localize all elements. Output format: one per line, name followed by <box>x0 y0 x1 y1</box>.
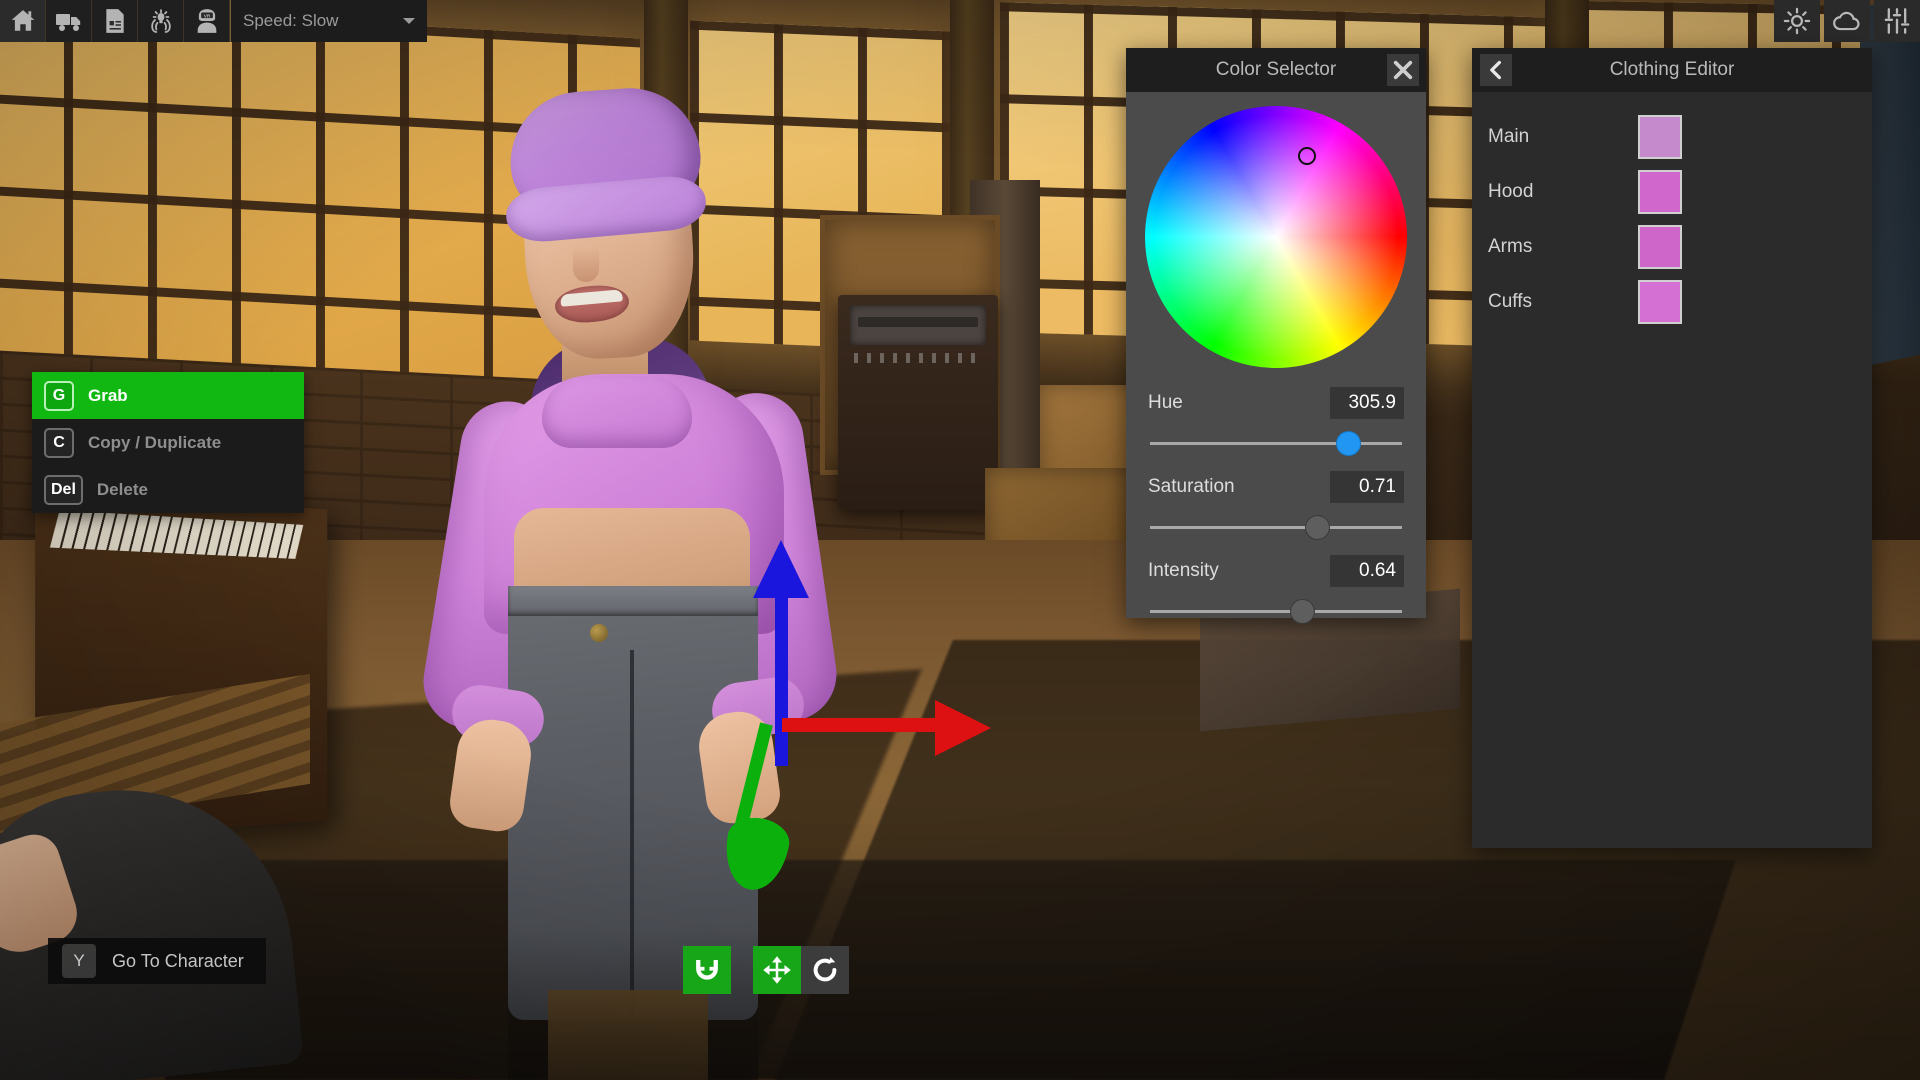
color-wheel-cursor[interactable] <box>1298 147 1316 165</box>
hue-slider-row: Hue 305.9 <box>1148 386 1404 460</box>
move-translate-icon[interactable] <box>753 946 801 994</box>
gizmo-axis-down-arrowhead[interactable] <box>719 813 793 895</box>
saturation-value[interactable]: 0.71 <box>1330 471 1404 503</box>
intensity-value[interactable]: 0.64 <box>1330 555 1404 587</box>
gizmo-mode-toolbar[interactable] <box>683 946 849 994</box>
saturation-slider-row: Saturation 0.71 <box>1148 470 1404 544</box>
slider-track <box>1150 526 1402 529</box>
go-to-character-hint[interactable]: Y Go To Character <box>48 938 266 984</box>
idea-hands-icon[interactable] <box>138 0 184 42</box>
clothing-editor-panel[interactable]: Clothing Editor Main Hood Arms Cuffs <box>1472 48 1872 848</box>
context-menu-item-copy-duplicate[interactable]: C Copy / Duplicate <box>32 419 304 466</box>
clothing-row-arms[interactable]: Arms <box>1472 224 1872 270</box>
shortcut-key-badge: Del <box>44 475 83 505</box>
speed-dropdown[interactable]: Speed: Slow <box>230 0 427 42</box>
cloud-icon[interactable] <box>1824 0 1870 42</box>
clothing-part-label: Arms <box>1488 236 1638 258</box>
clothing-row-cuffs[interactable]: Cuffs <box>1472 279 1872 325</box>
speed-dropdown-label: Speed: Slow <box>243 11 338 31</box>
home-icon[interactable] <box>0 0 46 42</box>
hue-slider[interactable] <box>1148 426 1404 460</box>
slider-thumb[interactable] <box>1305 515 1330 540</box>
hue-label: Hue <box>1148 392 1183 414</box>
context-menu-label: Grab <box>88 386 128 406</box>
intensity-label: Intensity <box>1148 560 1219 582</box>
clothing-row-hood[interactable]: Hood <box>1472 169 1872 215</box>
document-icon[interactable] <box>92 0 138 42</box>
clothing-row-main[interactable]: Main <box>1472 114 1872 160</box>
intensity-slider-row: Intensity 0.64 <box>1148 554 1404 628</box>
panel-title: Color Selector <box>1216 59 1336 81</box>
gizmo-axis-right-shaft[interactable] <box>782 718 942 732</box>
hint-label: Go To Character <box>112 951 244 972</box>
clothing-part-label: Main <box>1488 126 1638 148</box>
color-swatch[interactable] <box>1638 280 1682 324</box>
shortcut-key-badge: G <box>44 381 74 411</box>
shortcut-key-badge: Y <box>62 944 96 978</box>
context-menu-label: Copy / Duplicate <box>88 433 221 453</box>
saturation-label: Saturation <box>1148 476 1235 498</box>
object-context-menu[interactable]: G Grab C Copy / Duplicate Del Delete <box>32 372 304 513</box>
color-selector-titlebar: Color Selector <box>1126 48 1426 92</box>
clothing-part-label: Cuffs <box>1488 291 1638 313</box>
gizmo-axis-down-shaft[interactable] <box>734 722 773 832</box>
rotate-icon[interactable] <box>801 946 849 994</box>
app-root: VR Speed: Slow G Grab C Copy / Duplicate… <box>0 0 1920 1080</box>
svg-text:VR: VR <box>203 13 210 19</box>
color-swatch[interactable] <box>1638 115 1682 159</box>
panel-title: Clothing Editor <box>1610 59 1735 81</box>
close-icon[interactable] <box>1387 54 1419 86</box>
slider-track <box>1150 610 1402 613</box>
context-menu-item-grab[interactable]: G Grab <box>32 372 304 419</box>
magnet-snap-icon[interactable] <box>683 946 731 994</box>
slider-thumb[interactable] <box>1336 431 1361 456</box>
context-menu-label: Delete <box>97 480 148 500</box>
color-slider-group: Hue 305.9 Saturation 0.71 Intensity 0.64 <box>1126 368 1426 628</box>
chevron-down-icon <box>403 18 415 24</box>
clothing-editor-titlebar: Clothing Editor <box>1472 48 1872 92</box>
sun-icon[interactable] <box>1774 0 1820 42</box>
color-swatch[interactable] <box>1638 170 1682 214</box>
context-menu-item-delete[interactable]: Del Delete <box>32 466 304 513</box>
truck-icon[interactable] <box>46 0 92 42</box>
color-selector-panel[interactable]: Color Selector Hue 305.9 Saturation 0.71… <box>1126 48 1426 618</box>
transform-gizmo[interactable] <box>560 540 980 970</box>
clothing-part-list: Main Hood Arms Cuffs <box>1472 92 1872 325</box>
sliders-icon[interactable] <box>1874 0 1920 42</box>
clothing-part-label: Hood <box>1488 181 1638 203</box>
intensity-slider[interactable] <box>1148 594 1404 628</box>
gizmo-axis-right-arrowhead[interactable] <box>935 700 991 756</box>
slider-track <box>1150 442 1402 445</box>
gizmo-axis-up-shaft[interactable] <box>775 588 788 766</box>
saturation-slider[interactable] <box>1148 510 1404 544</box>
chevron-left-icon[interactable] <box>1480 54 1512 86</box>
slider-thumb[interactable] <box>1290 599 1315 624</box>
color-wheel-container[interactable] <box>1126 106 1426 368</box>
color-swatch[interactable] <box>1638 225 1682 269</box>
hue-value[interactable]: 305.9 <box>1330 387 1404 419</box>
vr-avatar-icon[interactable]: VR <box>184 0 230 42</box>
shortcut-key-badge: C <box>44 428 74 458</box>
character-nose <box>573 248 599 282</box>
top-toolbar[interactable]: VR Speed: Slow <box>0 0 427 42</box>
character-hoodie-collar <box>542 376 692 448</box>
color-wheel[interactable] <box>1145 106 1407 368</box>
top-toolbar-right[interactable] <box>1770 0 1920 42</box>
